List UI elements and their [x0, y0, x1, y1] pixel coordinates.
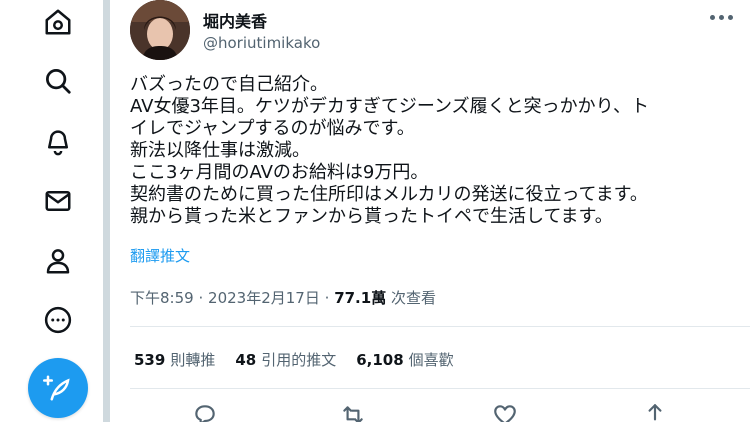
reply-icon[interactable]	[192, 402, 218, 422]
views-count: 77.1萬	[334, 289, 387, 307]
tweet-stats: 539 則轉推 48 引用的推文 6,108 個喜歡	[134, 349, 454, 370]
home-icon[interactable]	[38, 2, 78, 42]
tweet-detail: 堀内美香 @horiutimikako バズったので自己紹介。 AV女優3年目。…	[110, 0, 750, 422]
tweet-text-line: 新法以降仕事は激減。	[130, 140, 310, 161]
search-icon[interactable]	[38, 61, 78, 101]
divider	[130, 388, 750, 389]
feather-plus-icon	[43, 375, 70, 401]
translate-tweet-link[interactable]: 翻譯推文	[130, 245, 190, 266]
tweet-text-line: 親から貰った米とファンから貰ったトイペで生活してます。	[130, 206, 613, 227]
tweet-time[interactable]: 下午8:59	[130, 289, 194, 307]
profile-icon[interactable]	[38, 241, 78, 281]
meta-separator: ·	[324, 289, 330, 307]
tweet-metadata: 下午8:59 · 2023年2月17日 · 77.1萬 次查看	[130, 287, 436, 308]
tweet-text: バズったので自己紹介。 AV女優3年目。ケツがデカすぎてジーンズ履くと突っかかり…	[130, 74, 740, 228]
tweet-date[interactable]: 2023年2月17日	[208, 289, 320, 307]
tweet-text-line: ここ3ヶ月間のAVのお給料は9万円。	[130, 162, 429, 183]
retweet-icon[interactable]	[340, 402, 366, 422]
likes-stat[interactable]: 6,108 個喜歡	[356, 349, 453, 370]
sidebar-nav	[0, 0, 104, 422]
tweet-text-line: 契約書のために買った住所印はメルカリの発送に役立ってます。	[130, 184, 648, 205]
mail-icon[interactable]	[38, 181, 78, 221]
more-options-icon[interactable]	[710, 10, 736, 24]
tweet-text-line: AV女優3年目。ケツがデカすぎてジーンズ履くと突っかかり、ト	[130, 96, 649, 117]
bell-icon[interactable]	[38, 121, 78, 161]
like-icon[interactable]	[492, 402, 518, 422]
meta-separator: ·	[198, 289, 204, 307]
tweet-text-line: イレでジャンプするのが悩みです。	[130, 118, 415, 139]
divider	[130, 326, 750, 327]
sidebar-divider	[103, 0, 110, 422]
tweet-text-line: バズったので自己紹介。	[130, 74, 328, 95]
share-icon[interactable]	[642, 402, 668, 422]
avatar[interactable]	[130, 0, 190, 60]
more-circle-icon[interactable]	[38, 300, 78, 340]
author-display-name[interactable]: 堀内美香	[203, 8, 267, 32]
views-label: 次查看	[390, 289, 436, 307]
quotes-stat[interactable]: 48 引用的推文	[235, 349, 336, 370]
author-handle[interactable]: @horiutimikako	[203, 34, 320, 52]
retweets-stat[interactable]: 539 則轉推	[134, 349, 215, 370]
compose-tweet-button[interactable]	[28, 358, 88, 418]
